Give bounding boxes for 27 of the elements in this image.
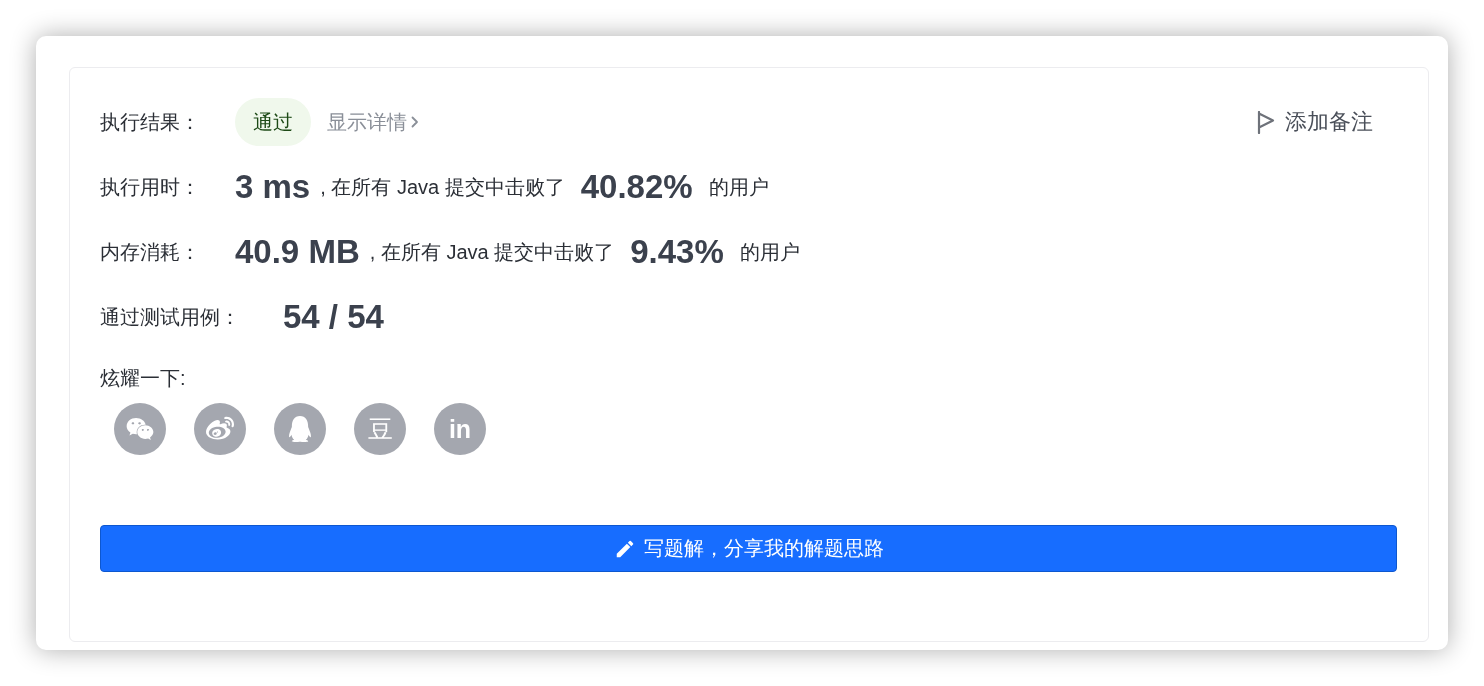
field-label: 执行结果： <box>100 109 200 135</box>
share-button[interactable] <box>194 403 246 455</box>
share-button[interactable]: in <box>434 403 486 455</box>
percent-value: 9.43% <box>630 233 724 271</box>
share-button[interactable]: 豆 <box>354 403 406 455</box>
beats-text: , 在所有 Java 提交中击败了 <box>320 174 565 200</box>
flag-icon <box>1257 110 1275 134</box>
add-note-button[interactable]: 添加备注 <box>1257 107 1373 137</box>
suffix-text: 的用户 <box>739 239 800 265</box>
chevron-right-icon <box>411 116 419 128</box>
status-badge: 通过 <box>235 98 311 146</box>
share-label: 炫耀一下: <box>100 366 186 391</box>
show-details-link[interactable]: 显示详情 <box>327 108 419 136</box>
stat-value: 3 ms <box>235 168 311 206</box>
field-label: 内存消耗： <box>100 239 200 265</box>
beats-text: , 在所有 Java 提交中击败了 <box>369 239 615 265</box>
penguin-icon <box>287 416 313 442</box>
stat-value: 40.9 MB <box>235 233 360 271</box>
field-label: 通过测试用例： <box>100 304 240 330</box>
chat-bubbles-icon <box>126 415 154 443</box>
share-button[interactable] <box>274 403 326 455</box>
share-button[interactable] <box>114 403 166 455</box>
write-solution-button[interactable]: 写题解，分享我的解题思路 <box>100 525 1397 572</box>
field-label: 执行用时： <box>100 174 200 200</box>
suffix-text: 的用户 <box>708 174 769 200</box>
test-cases-value: 54 / 54 <box>283 298 384 336</box>
percent-value: 40.82% <box>580 168 693 206</box>
